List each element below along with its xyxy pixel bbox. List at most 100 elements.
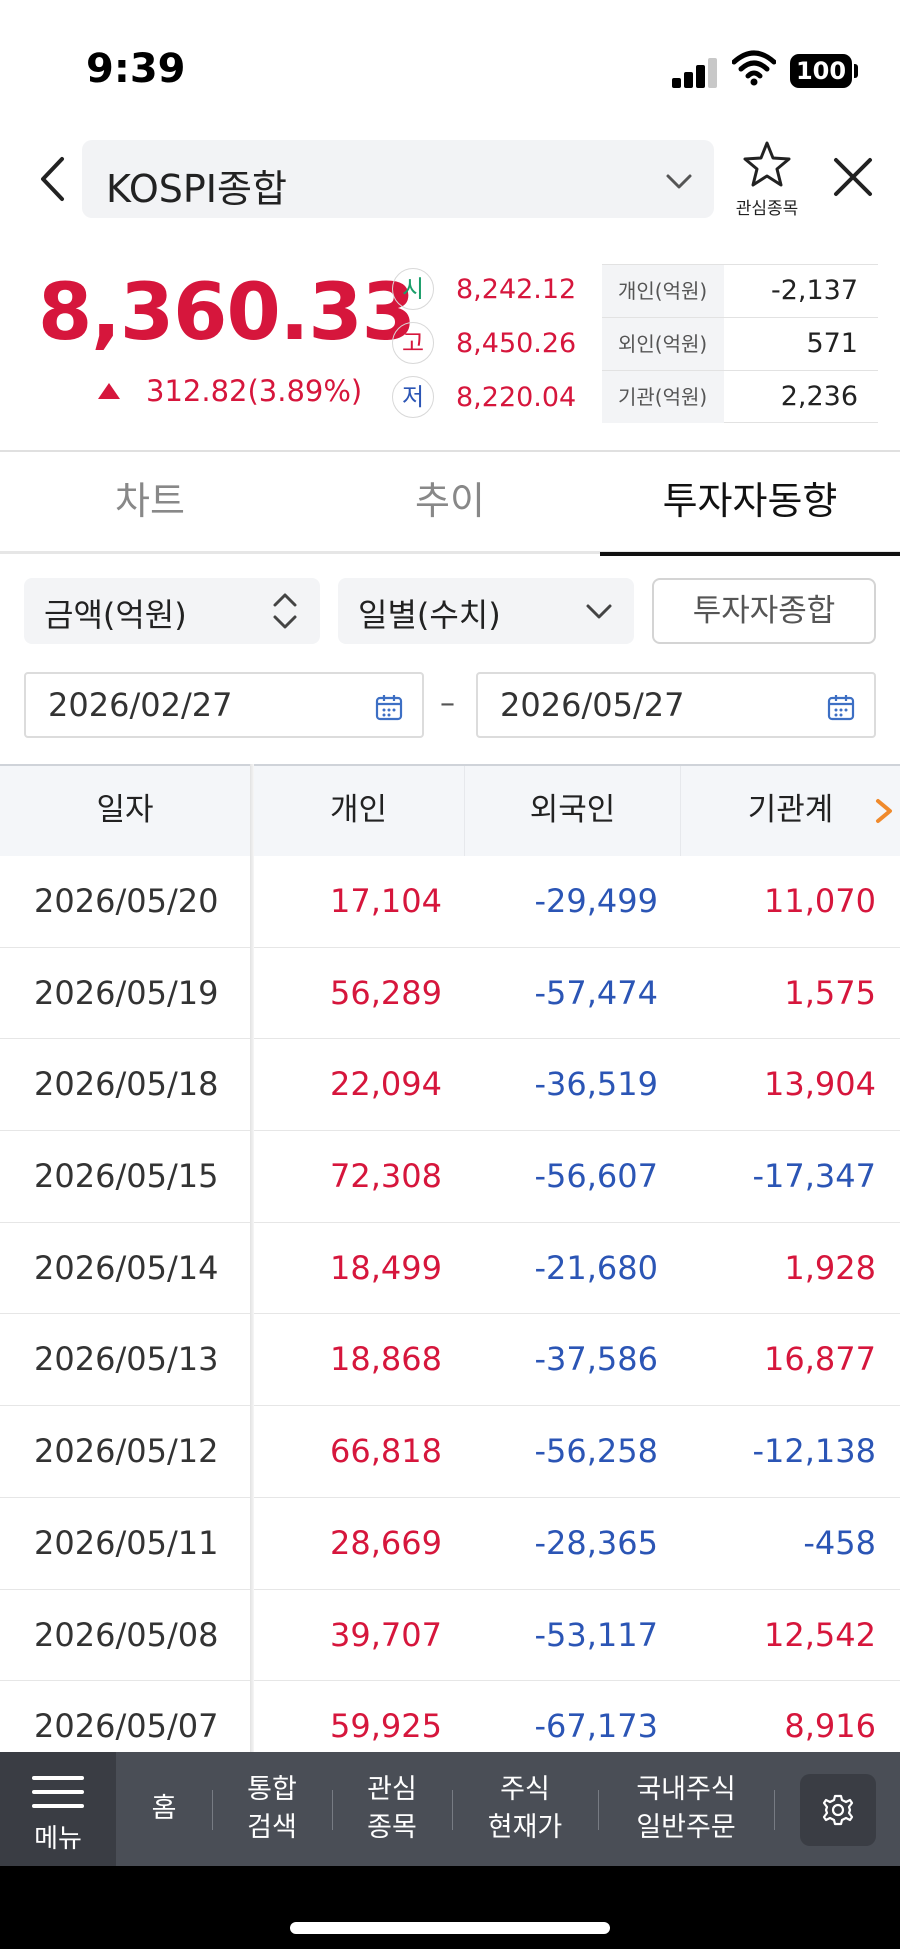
nav-domestic-order[interactable]: 국내주식 일반주문	[598, 1752, 774, 1866]
settings-button[interactable]	[800, 1774, 876, 1846]
cell-institution: 1,928	[784, 1248, 876, 1287]
cell-individual: 66,818	[330, 1432, 442, 1471]
chevron-left-icon	[41, 157, 64, 201]
investor-value: 2,236	[780, 381, 858, 412]
cellular-signal-icon	[672, 58, 718, 88]
star-icon	[743, 141, 791, 187]
table-row[interactable]: 2026/05/08 39,707 -53,117 12,542	[0, 1590, 900, 1682]
table-header: 일자 개인 외국인 기관계	[0, 766, 900, 856]
period-selector-label: 일별(수치)	[358, 596, 501, 634]
chevron-down-icon	[586, 604, 612, 619]
cell-institution: 1,575	[784, 973, 876, 1012]
column-header-date: 일자	[96, 792, 154, 828]
table-row[interactable]: 2026/05/20 17,104 -29,499 11,070	[0, 856, 900, 948]
nav-watchlist[interactable]: 관심 종목	[332, 1752, 452, 1866]
nav-divider	[774, 1790, 775, 1830]
cell-foreign: -56,258	[534, 1432, 658, 1471]
unit-selector[interactable]: 금액(억원)	[24, 578, 320, 644]
tab-investor-trend[interactable]: 투자자동향	[600, 452, 900, 556]
nav-label: 국내주식	[636, 1774, 736, 1805]
cell-individual: 72,308	[330, 1157, 442, 1196]
cell-individual: 28,669	[330, 1523, 442, 1562]
high-badge: 고	[392, 322, 434, 364]
menu-button[interactable]: 메뉴	[0, 1752, 116, 1866]
table-row[interactable]: 2026/05/13 18,868 -37,586 16,877	[0, 1314, 900, 1407]
cell-date: 2026/05/14	[34, 1248, 219, 1287]
nav-label: 주식	[500, 1774, 550, 1805]
start-date-field[interactable]: 2026/02/27	[24, 672, 424, 738]
wifi-icon	[732, 50, 776, 86]
current-price: 8,360.33	[38, 268, 416, 358]
favorite-button[interactable]: 관심종목	[732, 138, 802, 220]
chevron-right-icon[interactable]	[874, 798, 894, 824]
table-row[interactable]: 2026/05/12 66,818 -56,258 -12,138	[0, 1406, 900, 1498]
symbol-title: KOSPI종합	[106, 167, 287, 211]
home-indicator-area	[0, 1866, 900, 1949]
status-time: 9:39	[86, 46, 186, 92]
investor-value: 571	[806, 328, 858, 359]
nav-label: 현재가	[487, 1812, 563, 1843]
back-button[interactable]	[30, 152, 74, 206]
nav-home[interactable]: 홈	[116, 1752, 212, 1866]
open-value: 8,242.12	[456, 274, 577, 305]
cell-foreign: -29,499	[534, 882, 658, 920]
gear-icon	[822, 1794, 854, 1826]
cell-individual: 17,104	[330, 882, 442, 920]
investor-summary-table: 개인(억원) -2,137 외인(억원) 571 기관(억원) 2,236	[602, 264, 878, 423]
table-row[interactable]: 2026/05/18 22,094 -36,519 13,904	[0, 1039, 900, 1132]
cell-date: 2026/05/20	[34, 882, 219, 920]
nav-label: 종목	[367, 1812, 417, 1843]
nav-integrated-search[interactable]: 통합 검색	[212, 1752, 332, 1866]
period-selector[interactable]: 일별(수치)	[338, 578, 634, 644]
low-badge: 저	[392, 376, 434, 418]
cell-foreign: -57,474	[534, 973, 658, 1012]
cell-institution: -12,138	[752, 1432, 876, 1471]
high-value: 8,450.26	[456, 328, 577, 359]
cell-individual: 39,707	[330, 1615, 442, 1654]
battery-indicator: 100	[790, 54, 852, 88]
tab-trend[interactable]: 추이	[300, 452, 600, 554]
menu-label: 메뉴	[34, 1824, 82, 1854]
cell-date: 2026/05/12	[34, 1432, 219, 1471]
cell-institution: 13,904	[764, 1065, 876, 1104]
investor-label: 기관(억원)	[602, 371, 724, 423]
low-price: 저 8,220.04	[390, 374, 580, 420]
tab-chart[interactable]: 차트	[0, 452, 300, 554]
investor-summary-button-label: 투자자종합	[692, 593, 836, 629]
cell-foreign: -56,607	[534, 1157, 658, 1196]
cell-date: 2026/05/08	[34, 1615, 219, 1654]
nav-label: 일반주문	[636, 1812, 736, 1843]
cell-institution: 12,542	[764, 1615, 876, 1654]
end-date-value: 2026/05/27	[500, 686, 685, 724]
cell-individual: 22,094	[330, 1065, 442, 1104]
cell-date: 2026/05/19	[34, 973, 219, 1012]
nav-stock-quote[interactable]: 주식 현재가	[452, 1752, 598, 1866]
calendar-icon	[375, 695, 403, 721]
table-body: 2026/05/20 17,104 -29,499 11,070 2026/05/19 5…	[0, 856, 900, 1773]
table-row[interactable]: 2026/05/11 28,669 -28,365 -458	[0, 1498, 900, 1590]
table-row[interactable]: 2026/05/15 72,308 -56,607 -17,347	[0, 1131, 900, 1223]
close-icon	[834, 158, 872, 196]
header: KOSPI종합 관심종목	[0, 138, 900, 220]
investor-summary-button[interactable]: 투자자종합	[652, 578, 876, 644]
calendar-icon	[827, 695, 855, 721]
cell-individual: 18,868	[330, 1340, 442, 1379]
cell-foreign: -53,117	[534, 1615, 658, 1654]
start-date-value: 2026/02/27	[48, 686, 233, 724]
investor-row-institution: 기관(억원) 2,236	[602, 370, 878, 423]
open-badge: 시	[392, 268, 434, 310]
table-row[interactable]: 2026/05/19 56,289 -57,474 1,575	[0, 948, 900, 1040]
tab-bar: 차트 추이 투자자동향	[0, 450, 900, 556]
symbol-selector[interactable]: KOSPI종합	[82, 140, 714, 218]
cell-individual: 18,499	[330, 1248, 442, 1287]
sort-updown-icon	[273, 593, 297, 629]
open-price: 시 8,242.12	[390, 266, 580, 312]
close-button[interactable]	[828, 152, 878, 202]
nav-label: 통합	[247, 1774, 297, 1805]
cell-date: 2026/05/13	[34, 1340, 219, 1379]
end-date-field[interactable]: 2026/05/27	[476, 672, 876, 738]
cell-foreign: -36,519	[534, 1065, 658, 1104]
cell-date: 2026/05/15	[34, 1157, 219, 1196]
table-row[interactable]: 2026/05/14 18,499 -21,680 1,928	[0, 1223, 900, 1315]
cell-date: 2026/05/11	[34, 1523, 219, 1562]
